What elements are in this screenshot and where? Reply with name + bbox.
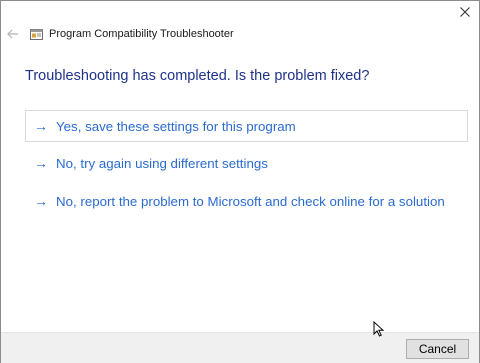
page-heading: Troubleshooting has completed. Is the pr… <box>25 68 370 84</box>
cancel-button[interactable]: Cancel <box>406 339 469 359</box>
option-label: Yes, save these settings for this progra… <box>56 118 296 134</box>
right-arrow-icon: → <box>34 155 48 171</box>
mouse-pointer-icon <box>373 321 385 337</box>
option-no-try-again[interactable]: → No, try again using different settings <box>25 147 468 179</box>
right-arrow-icon: → <box>34 118 48 134</box>
window-title: Program Compatibility Troubleshooter <box>49 28 234 40</box>
right-arrow-icon: → <box>34 193 48 209</box>
back-arrow-icon <box>7 29 18 39</box>
close-icon <box>460 7 470 17</box>
footer-bar: Cancel <box>1 332 479 363</box>
troubleshooter-window: Program Compatibility Troubleshooter Tro… <box>0 0 480 363</box>
back-button[interactable] <box>5 26 21 42</box>
option-label: No, report the problem to Microsoft and … <box>56 193 445 209</box>
compatibility-troubleshooter-icon <box>30 29 43 40</box>
option-no-report-problem[interactable]: → No, report the problem to Microsoft an… <box>25 185 468 217</box>
close-button[interactable] <box>451 1 479 23</box>
option-label: No, try again using different settings <box>56 155 268 171</box>
option-yes-save-settings[interactable]: → Yes, save these settings for this prog… <box>25 110 468 142</box>
